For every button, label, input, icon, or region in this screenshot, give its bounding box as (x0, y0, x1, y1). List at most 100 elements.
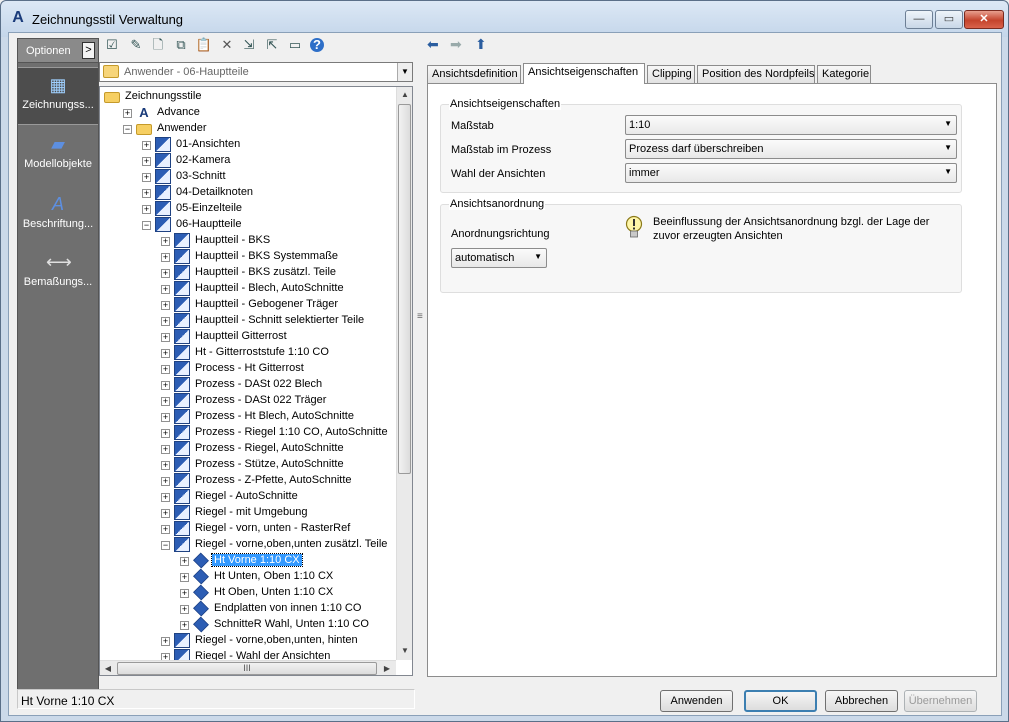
sidebar-item-dimensions[interactable]: ⟷ Bemaßungs... (18, 245, 98, 303)
options-expand-button[interactable]: > (82, 42, 95, 59)
expand-icon[interactable]: + (180, 557, 189, 566)
pane-splitter[interactable]: ≡ (417, 61, 423, 677)
expand-icon[interactable]: + (161, 269, 170, 278)
vertical-scrollbar[interactable]: ▲ ▼ (396, 87, 412, 660)
tree-item[interactable]: + Hauptteil - BKS Systemmaße (100, 249, 396, 265)
take-over-button[interactable]: Übernehmen (904, 690, 977, 712)
back-arrow-icon[interactable]: ⬅ (427, 36, 439, 53)
scroll-right-icon[interactable]: ▶ (379, 661, 395, 675)
tree-item[interactable]: + Prozess - Z-Pfette, AutoSchnitte (100, 473, 396, 489)
expand-icon[interactable]: + (161, 413, 170, 422)
close-button[interactable]: ✕ (964, 10, 1004, 29)
tree-item[interactable]: − Anwender (100, 121, 396, 137)
tree-item[interactable]: +01-Ansichten (100, 137, 396, 153)
tree-item[interactable]: − Riegel - vorne,oben,unten zusätzl. Teil… (100, 537, 396, 553)
minimize-button[interactable]: — (905, 10, 933, 29)
tab-category[interactable]: Kategorie (817, 65, 871, 83)
tree-item[interactable]: + Ht Unten, Oben 1:10 CX (100, 568, 396, 585)
expand-icon[interactable]: + (161, 509, 170, 518)
tree-item[interactable]: + Ht Vorne 1:10 CX (100, 552, 396, 569)
tree-item[interactable]: + Prozess - Riegel 1:10 CO, AutoSchnitte (100, 425, 396, 441)
new-icon[interactable]: 🗋 (149, 36, 167, 54)
scroll-up-icon[interactable]: ▲ (397, 87, 412, 103)
sidebar-item-labeling[interactable]: A Beschriftung... (18, 187, 98, 245)
tab-clipping[interactable]: Clipping (647, 65, 695, 83)
tree-item[interactable]: + Ht - Gitterroststufe 1:10 CO (100, 345, 396, 361)
copy-icon[interactable]: ⧉ (172, 36, 190, 54)
sidebar-item-drawing-styles[interactable]: ▦ Zeichnungss... (18, 67, 98, 125)
up-arrow-icon[interactable]: ⬆ (475, 36, 487, 53)
expand-icon[interactable]: + (161, 637, 170, 646)
tree-item[interactable]: + Hauptteil Gitterrost (100, 329, 396, 345)
arrangement-direction-dropdown[interactable]: automatisch ▼ (451, 248, 547, 268)
apply-button[interactable]: Anwenden (660, 690, 733, 712)
scroll-down-icon[interactable]: ▼ (397, 643, 412, 659)
tree-item[interactable]: + Hauptteil - BKS zusätzl. Teile (100, 265, 396, 281)
expand-icon[interactable]: + (161, 397, 170, 406)
tree-item[interactable]: + Hauptteil - Blech, AutoSchnitte (100, 281, 396, 297)
expand-icon[interactable]: + (161, 525, 170, 534)
process-scale-dropdown[interactable]: Prozess darf überschreiben ▼ (625, 139, 957, 159)
export-icon[interactable]: ⇱ (263, 36, 281, 54)
expand-icon[interactable]: + (161, 349, 170, 358)
expand-icon[interactable]: + (161, 253, 170, 262)
collapse-icon[interactable]: − (161, 541, 170, 550)
edit-icon[interactable]: ✎ (127, 36, 145, 54)
tree-item[interactable]: + Hauptteil - Schnitt selektierter Teile (100, 313, 396, 329)
check-icon[interactable]: ☑ (103, 36, 121, 54)
tree-item[interactable]: Zeichnungsstile (100, 89, 396, 105)
tree-item[interactable]: − 06-Hauptteile (100, 217, 396, 233)
expand-icon[interactable]: + (161, 429, 170, 438)
view-selection-dropdown[interactable]: immer ▼ (625, 163, 957, 183)
expand-icon[interactable]: + (142, 205, 151, 214)
expand-icon[interactable]: + (161, 477, 170, 486)
tree-item[interactable]: + Prozess - Stütze, AutoSchnitte (100, 457, 396, 473)
tree-item[interactable]: +05-Einzelteile (100, 201, 396, 217)
tree-item[interactable]: + Riegel - vorne,oben,unten, hinten (100, 633, 396, 649)
expand-icon[interactable]: + (161, 445, 170, 454)
expand-icon[interactable]: + (161, 365, 170, 374)
maximize-button[interactable]: ▭ (935, 10, 963, 29)
expand-icon[interactable]: + (180, 605, 189, 614)
chevron-down-icon[interactable]: ▼ (397, 63, 412, 81)
horizontal-scrollbar[interactable]: ◀ III ▶ (100, 660, 396, 675)
scale-dropdown[interactable]: 1:10 ▼ (625, 115, 957, 135)
tab-north-arrow-position[interactable]: Position des Nordpfeils (697, 65, 815, 83)
tree-item[interactable]: + Ht Oben, Unten 1:10 CX (100, 584, 396, 601)
tree-item[interactable]: + Prozess - Riegel, AutoSchnitte (100, 441, 396, 457)
expand-icon[interactable]: + (161, 285, 170, 294)
tree-item[interactable]: +03-Schnitt (100, 169, 396, 185)
expand-icon[interactable]: + (180, 621, 189, 630)
expand-icon[interactable]: + (123, 109, 132, 118)
expand-icon[interactable]: + (142, 189, 151, 198)
expand-icon[interactable]: + (161, 461, 170, 470)
tree-item[interactable]: + Riegel - AutoSchnitte (100, 489, 396, 505)
sidebar-item-model-objects[interactable]: ▰ Modellobjekte (18, 127, 98, 185)
tree-item[interactable]: + A Advance (100, 105, 396, 121)
tree-item[interactable]: + Hauptteil - BKS (100, 233, 396, 249)
ok-button[interactable]: OK (744, 690, 817, 712)
tree-item[interactable]: + Endplatten von innen 1:10 CO (100, 600, 396, 617)
scroll-thumb[interactable]: III (117, 662, 377, 675)
expand-icon[interactable]: + (142, 173, 151, 182)
scroll-thumb[interactable] (398, 104, 411, 474)
tree-item[interactable]: + Riegel - mit Umgebung (100, 505, 396, 521)
expand-icon[interactable]: + (161, 301, 170, 310)
expand-icon[interactable]: + (161, 493, 170, 502)
style-group-combo[interactable]: Anwender - 06-Hauptteile ▼ (99, 62, 413, 82)
paste-icon[interactable]: 📋 (195, 36, 213, 54)
scroll-left-icon[interactable]: ◀ (100, 661, 116, 675)
tree-item[interactable]: + SchnitteR Wahl, Unten 1:10 CO (100, 616, 396, 633)
import-icon[interactable]: ⇲ (240, 36, 258, 54)
expand-icon[interactable]: + (180, 589, 189, 598)
tree-item[interactable]: + Riegel - vorn, unten - RasterRef (100, 521, 396, 537)
expand-icon[interactable]: + (180, 573, 189, 582)
expand-icon[interactable]: + (161, 333, 170, 342)
expand-icon[interactable]: + (161, 317, 170, 326)
tree-item[interactable]: +02-Kamera (100, 153, 396, 169)
delete-icon[interactable]: ✕ (218, 36, 236, 54)
tree-item[interactable]: + Process - Ht Gitterrost (100, 361, 396, 377)
tree-item[interactable]: + Prozess - Ht Blech, AutoSchnitte (100, 409, 396, 425)
tree-item[interactable]: + Prozess - DASt 022 Träger (100, 393, 396, 409)
expand-icon[interactable]: + (142, 141, 151, 150)
